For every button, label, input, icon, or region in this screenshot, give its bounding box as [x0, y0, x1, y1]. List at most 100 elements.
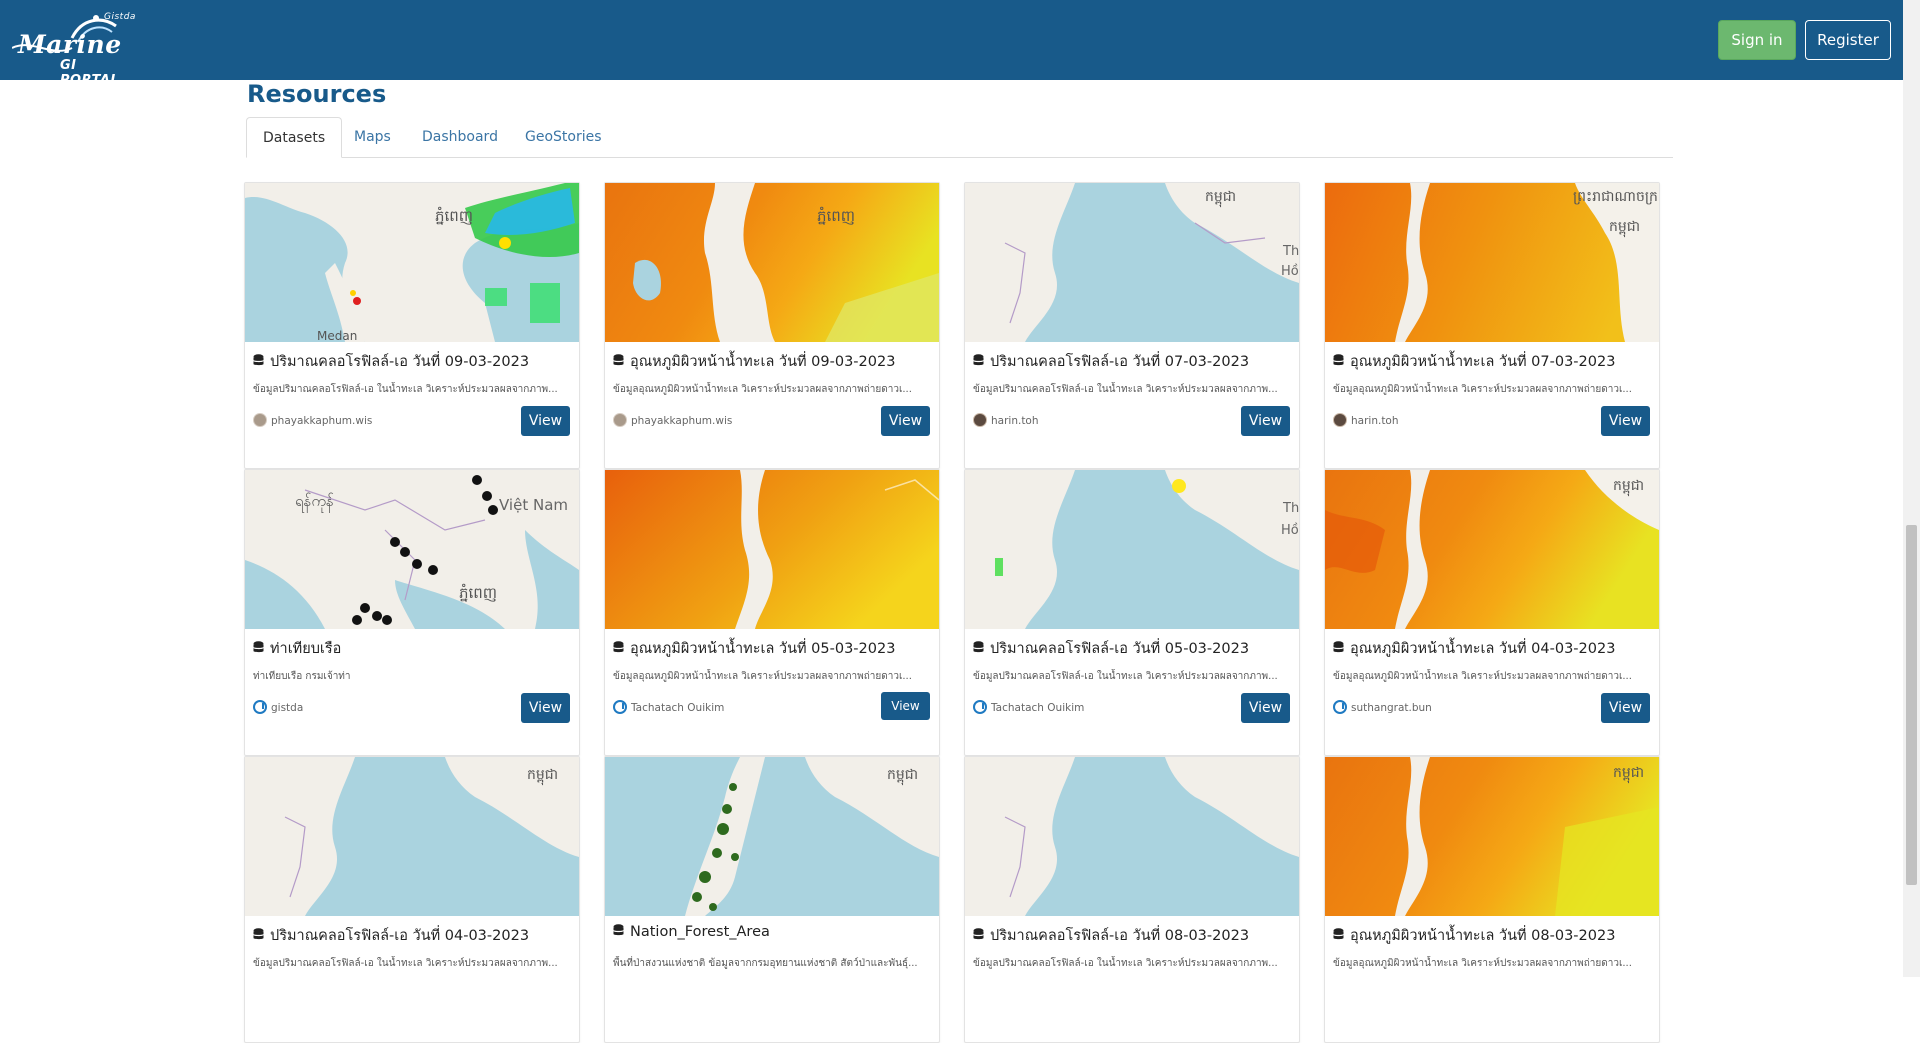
dataset-card[interactable]: កម្ពុជា อุณหภูมิผิวหน้าน้ำทะเล วันที่ 04…: [1324, 469, 1660, 756]
sign-in-button[interactable]: Sign in: [1718, 20, 1796, 60]
dataset-card[interactable]: อุณหภูมิผิวหน้าน้ำทะเล วันที่ 05-03-2023…: [604, 469, 940, 756]
database-icon: [253, 354, 264, 366]
dataset-card[interactable]: Th Hồ ปริมาณคลอโรฟิลล์-เอ วันที่ 05-03-2…: [964, 469, 1300, 756]
author-avatar: [973, 413, 987, 427]
author-name: gistda: [271, 702, 304, 714]
map-thumbnail[interactable]: កម្ពុជា Th Hồ: [965, 183, 1299, 342]
map-thumbnail[interactable]: កម្ពុជា: [1325, 757, 1659, 916]
map-thumbnail[interactable]: ភ្នំពេញ Medan: [245, 183, 579, 342]
tab-datasets[interactable]: Datasets: [246, 117, 343, 158]
map-label: Th: [1282, 501, 1299, 516]
view-button[interactable]: View: [1601, 693, 1650, 723]
author-avatar: [253, 700, 267, 714]
author-name: Tachatach Ouikim: [991, 702, 1085, 714]
card-title[interactable]: อุณหภูมิผิวหน้าน้ำทะเล วันที่ 05-03-2023: [613, 637, 931, 659]
database-icon: [613, 924, 624, 936]
map-thumbnail[interactable]: ភ្នំពេញ: [605, 183, 939, 342]
card-title-text: อุณหภูมิผิวหน้าน้ำทะเล วันที่ 05-03-2023: [630, 641, 896, 657]
view-button[interactable]: View: [881, 692, 930, 720]
card-description: ข้อมูลอุณหภูมิผิวหน้าน้ำทะเล วิเคราะห์ปร…: [613, 384, 912, 395]
database-icon: [253, 928, 264, 940]
card-author[interactable]: suthangrat.bun: [1333, 700, 1432, 716]
card-title-text: Nation_Forest_Area: [630, 924, 770, 940]
tab-maps[interactable]: Maps: [338, 117, 407, 157]
card-title-text: อุณหภูมิผิวหน้าน้ำทะเล วันที่ 07-03-2023: [1350, 354, 1616, 370]
card-author[interactable]: Tachatach Ouikim: [613, 700, 724, 716]
map-label: Medan: [317, 329, 357, 342]
dataset-card[interactable]: កម្ពុជា ปริมาณคลอโรฟิลล์-เอ วันที่ 04-03…: [244, 756, 580, 1043]
card-title[interactable]: Nation_Forest_Area: [613, 924, 931, 946]
database-icon: [1333, 928, 1344, 940]
card-title[interactable]: ท่าเทียบเรือ: [253, 637, 571, 659]
view-button[interactable]: View: [521, 693, 570, 723]
card-author[interactable]: phayakkaphum.wis: [253, 413, 372, 429]
dataset-card[interactable]: ភ្នំពេញ Medan ปริมาณคลอโรฟิลล์-เอ วันที่…: [244, 182, 580, 469]
dataset-card[interactable]: ភ្នំពេញ อุณหภูมิผิวหน้าน้ำทะเล วันที่ 09…: [604, 182, 940, 469]
card-title[interactable]: ปริมาณคลอโรฟิลล์-เอ วันที่ 04-03-2023: [253, 924, 571, 946]
database-icon: [253, 641, 264, 653]
resource-tabs: Datasets Maps Dashboard GeoStories: [246, 117, 1673, 158]
author-avatar: [1333, 413, 1347, 427]
tab-geostories[interactable]: GeoStories: [509, 117, 618, 157]
author-avatar: [613, 413, 627, 427]
card-description: ท่าเทียบเรือ กรมเจ้าท่า: [253, 671, 351, 682]
card-title-text: ปริมาณคลอโรฟิลล์-เอ วันที่ 08-03-2023: [990, 928, 1250, 944]
dataset-card[interactable]: ปริมาณคลอโรฟิลล์-เอ วันที่ 08-03-2023 ข้…: [964, 756, 1300, 1043]
view-button[interactable]: View: [521, 406, 570, 436]
map-thumbnail[interactable]: [965, 757, 1299, 916]
card-author[interactable]: phayakkaphum.wis: [613, 413, 732, 429]
card-description: พื้นที่ป่าสงวนแห่งชาติ ข้อมูลจากกรมอุทยา…: [613, 958, 918, 969]
author-name: harin.toh: [1351, 415, 1399, 427]
map-label: ភ្នំពេញ: [435, 206, 473, 225]
view-button[interactable]: View: [1241, 406, 1290, 436]
card-title[interactable]: อุณหภูมิผิวหน้าน้ำทะเล วันที่ 08-03-2023: [1333, 924, 1651, 946]
map-thumbnail[interactable]: ရန်ကုန် Việt Nam ភ្នំពេញ: [245, 470, 579, 629]
card-title-text: ปริมาณคลอโรฟิลล์-เอ วันที่ 05-03-2023: [990, 641, 1250, 657]
view-button[interactable]: View: [1241, 693, 1290, 723]
card-description: ข้อมูลปริมาณคลอโรฟิลล์-เอ ในน้ำทะเล วิเค…: [973, 671, 1278, 682]
card-author[interactable]: gistda: [253, 700, 303, 716]
card-title[interactable]: ปริมาณคลอโรฟิลล์-เอ วันที่ 07-03-2023: [973, 350, 1291, 372]
map-label: Th: [1282, 244, 1299, 259]
register-button[interactable]: Register: [1805, 20, 1891, 60]
map-label: ភ្នំពេញ: [817, 206, 855, 225]
tab-dashboard[interactable]: Dashboard: [406, 117, 514, 157]
map-thumbnail[interactable]: [605, 470, 939, 629]
view-button[interactable]: View: [881, 406, 930, 436]
card-description: ข้อมูลปริมาณคลอโรฟิลล์-เอ ในน้ำทะเล วิเค…: [973, 384, 1278, 395]
card-author[interactable]: harin.toh: [973, 413, 1039, 429]
map-label: ရန်ကုန်: [295, 492, 334, 513]
card-title[interactable]: ปริมาณคลอโรฟิลล์-เอ วันที่ 08-03-2023: [973, 924, 1291, 946]
card-author[interactable]: Tachatach Ouikim: [973, 700, 1084, 716]
view-button[interactable]: View: [1601, 406, 1650, 436]
map-thumbnail[interactable]: កម្ពុជា: [605, 757, 939, 916]
dataset-card[interactable]: កម្ពុជា อุณหภูมิผิวหน้าน้ำทะเล วันที่ 08…: [1324, 756, 1660, 1043]
database-icon: [1333, 641, 1344, 653]
card-author[interactable]: harin.toh: [1333, 413, 1399, 429]
page-scrollbar-thumb[interactable]: [1906, 525, 1917, 885]
map-label: Việt Nam: [499, 496, 568, 514]
author-name: phayakkaphum.wis: [631, 415, 733, 427]
card-title[interactable]: อุณหภูมิผิวหน้าน้ำทะเล วันที่ 09-03-2023: [613, 350, 931, 372]
author-avatar: [1333, 700, 1347, 714]
dataset-card[interactable]: ព្រះរាជាណាចក្រ កម្ពុជា อุณหภูมิผิวหน้าน้…: [1324, 182, 1660, 469]
card-title[interactable]: ปริมาณคลอโรฟิลล์-เอ วันที่ 09-03-2023: [253, 350, 571, 372]
map-thumbnail[interactable]: ព្រះរាជាណាចក្រ កម្ពុជា: [1325, 183, 1659, 342]
marine-gi-portal-logo[interactable]: Gistda Marine GI PORTAL: [12, 8, 138, 88]
dataset-card[interactable]: កម្ពុជា Nation_Forest_Area พื้นที่ป่าสงว…: [604, 756, 940, 1043]
map-thumbnail[interactable]: កម្ពុជា: [245, 757, 579, 916]
card-title[interactable]: อุณหภูมิผิวหน้าน้ำทะเล วันที่ 07-03-2023: [1333, 350, 1651, 372]
logo-main-text: Marine: [18, 30, 122, 59]
map-thumbnail[interactable]: កម្ពុជា: [1325, 470, 1659, 629]
card-title[interactable]: อุณหภูมิผิวหน้าน้ำทะเล วันที่ 04-03-2023: [1333, 637, 1651, 659]
dataset-card[interactable]: កម្ពុជា Th Hồ ปริมาณคลอโรฟิลล์-เอ วันที่…: [964, 182, 1300, 469]
dataset-card[interactable]: ရန်ကုန် Việt Nam ភ្នំពេញ ท่าเทียบเรือ ท่…: [244, 469, 580, 756]
map-thumbnail[interactable]: Th Hồ: [965, 470, 1299, 629]
author-name: harin.toh: [991, 415, 1039, 427]
card-description: ข้อมูลอุณหภูมิผิวหน้าน้ำทะเล วิเคราะห์ปร…: [1333, 671, 1632, 682]
card-title-text: ปริมาณคลอโรฟิลล์-เอ วันที่ 07-03-2023: [990, 354, 1250, 370]
author-name: phayakkaphum.wis: [271, 415, 373, 427]
logo-org-text: Gistda: [104, 12, 136, 22]
author-avatar: [613, 700, 627, 714]
card-title[interactable]: ปริมาณคลอโรฟิลล์-เอ วันที่ 05-03-2023: [973, 637, 1291, 659]
